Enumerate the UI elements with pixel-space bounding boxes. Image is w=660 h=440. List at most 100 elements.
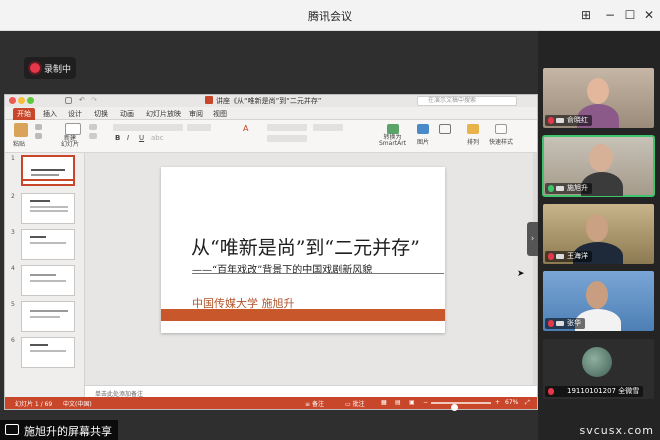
thumb-line bbox=[30, 236, 46, 238]
thumbnail-slide-4[interactable] bbox=[21, 265, 75, 296]
mic-muted-icon bbox=[548, 388, 554, 395]
collapse-panel-button[interactable]: › bbox=[527, 222, 538, 256]
participant-tile-active-speaker[interactable]: 施旭升 bbox=[542, 135, 655, 197]
picture-icon[interactable] bbox=[417, 124, 429, 134]
zoom-out-icon[interactable]: − bbox=[423, 399, 428, 406]
thumb-line bbox=[30, 210, 68, 212]
minimize-dot-icon[interactable] bbox=[18, 97, 25, 104]
shapes-icon[interactable] bbox=[439, 124, 451, 134]
notes-button[interactable]: ≡ 备注 bbox=[305, 399, 324, 408]
sorter-view-icon[interactable]: ▤ bbox=[395, 399, 401, 406]
redo-icon[interactable]: ↷ bbox=[91, 96, 97, 104]
fit-slide-icon[interactable]: ⤢ bbox=[525, 399, 530, 407]
participant-name: 施旭升 bbox=[567, 184, 588, 192]
normal-view-icon[interactable]: ▦ bbox=[381, 399, 387, 406]
participant-avatar bbox=[582, 347, 612, 377]
minimize-icon[interactable]: − bbox=[602, 7, 618, 23]
close-icon[interactable]: ✕ bbox=[641, 7, 657, 23]
font-name-select[interactable] bbox=[113, 124, 183, 131]
thumbnail-slide-1[interactable] bbox=[21, 155, 75, 186]
undo-icon[interactable]: ↶ bbox=[79, 96, 85, 104]
cut-icon[interactable] bbox=[35, 124, 42, 130]
tab-review[interactable]: 审阅 bbox=[189, 109, 203, 119]
ppt-search-input[interactable]: 在演示文稿中搜索 bbox=[417, 96, 517, 106]
window-title: 腾讯会议 bbox=[308, 10, 352, 23]
zoom-dot-icon[interactable] bbox=[27, 97, 34, 104]
thumbnail-slide-6[interactable] bbox=[21, 337, 75, 368]
close-dot-icon[interactable] bbox=[9, 97, 16, 104]
underline-icon[interactable]: U bbox=[139, 134, 144, 142]
tab-slideshow[interactable]: 幻灯片放映 bbox=[146, 109, 181, 119]
participant-name: 俞晓红 bbox=[567, 116, 588, 124]
ppt-ribbon: 粘贴 新建 幻灯片 B I U abc A 转换为 SmartArt 图片 排列… bbox=[5, 120, 537, 153]
current-slide[interactable]: 从“唯新是尚”到“二元并存” ——“百年戏改”背景下的中国戏剧新风貌 中国传媒大… bbox=[161, 167, 445, 333]
shared-powerpoint-window: ↶ ↷ 讲座《从“唯新是尚”到“二元并存” 在演示文稿中搜索 开始 插入 设计 … bbox=[4, 94, 538, 411]
participant-name: 19110101207 全微雪 bbox=[567, 387, 640, 395]
italic-icon[interactable]: I bbox=[127, 134, 129, 142]
tab-insert[interactable]: 插入 bbox=[43, 109, 57, 119]
indent-buttons[interactable] bbox=[313, 124, 343, 131]
quick-styles-label: 快速样式 bbox=[489, 139, 514, 146]
meeting-stage: 录制中 ↶ ↷ 讲座《从“唯新是尚”到“二元并存” 在演示文稿中搜索 开始 插入… bbox=[0, 31, 538, 440]
thumb-line bbox=[30, 242, 66, 244]
canvas-scrollbar[interactable] bbox=[533, 153, 537, 385]
thumbnail-slide-2[interactable] bbox=[21, 193, 75, 224]
bold-icon[interactable]: B bbox=[115, 134, 120, 142]
participant-tile[interactable]: 张华 bbox=[543, 271, 654, 331]
slide-title[interactable]: 从“唯新是尚”到“二元并存” bbox=[191, 233, 420, 260]
thumbnail-slide-3[interactable] bbox=[21, 229, 75, 260]
slide-accent-stripe bbox=[161, 309, 445, 321]
camera-icon bbox=[556, 254, 564, 259]
screen-share-label: 施旭升的屏幕共享 bbox=[0, 420, 118, 440]
tab-transitions[interactable]: 切换 bbox=[94, 109, 108, 119]
zoom-slider-knob[interactable] bbox=[450, 404, 458, 411]
slideshow-view-icon[interactable]: ▣ bbox=[409, 399, 415, 406]
layout-icon[interactable] bbox=[89, 124, 97, 130]
ppt-tab-bar: 开始 插入 设计 切换 动画 幻灯片放映 审阅 视图 bbox=[5, 107, 537, 120]
participant-tile[interactable]: 19110101207 全微雪 bbox=[543, 339, 654, 399]
thumbnail-slide-5[interactable] bbox=[21, 301, 75, 332]
participant-face bbox=[587, 78, 609, 104]
copy-icon[interactable] bbox=[35, 133, 42, 139]
thumb-number: 6 bbox=[11, 337, 15, 344]
thumb-number: 4 bbox=[11, 265, 15, 272]
recording-label: 录制中 bbox=[44, 65, 72, 75]
save-icon[interactable] bbox=[65, 97, 72, 104]
thumb-line bbox=[30, 280, 66, 282]
convert-smartart-label: 转换为 SmartArt bbox=[379, 134, 407, 147]
text-color-icon[interactable]: A bbox=[243, 124, 248, 133]
arrange-icon[interactable] bbox=[467, 124, 479, 134]
participant-name-tag: 施旭升 bbox=[545, 183, 592, 194]
thumb-number: 1 bbox=[11, 155, 15, 162]
zoom-in-icon[interactable]: + bbox=[495, 399, 500, 406]
paste-icon[interactable] bbox=[14, 123, 28, 137]
new-slide-icon[interactable] bbox=[65, 123, 81, 135]
document-title-text: 讲座《从“唯新是尚”到“二元并存” bbox=[216, 97, 322, 105]
tab-design[interactable]: 设计 bbox=[68, 109, 82, 119]
zoom-slider[interactable] bbox=[431, 402, 491, 411]
reset-icon[interactable] bbox=[89, 133, 97, 139]
thumb-number: 3 bbox=[11, 229, 15, 236]
tab-animations[interactable]: 动画 bbox=[120, 109, 134, 119]
participant-tile[interactable]: 俞晓红 bbox=[543, 68, 654, 128]
camera-icon bbox=[556, 118, 564, 123]
slide-divider bbox=[192, 273, 444, 274]
strike-icon[interactable]: abc bbox=[151, 134, 164, 142]
pin-icon[interactable]: ⊞ bbox=[578, 7, 594, 23]
maximize-icon[interactable]: ☐ bbox=[622, 7, 638, 23]
participant-tile[interactable]: 王海洋 bbox=[543, 204, 654, 264]
align-buttons[interactable] bbox=[267, 135, 307, 142]
participant-face bbox=[586, 281, 608, 309]
camera-icon bbox=[556, 321, 564, 326]
smartart-icon[interactable] bbox=[387, 124, 399, 134]
recording-badge[interactable]: 录制中 bbox=[24, 57, 76, 79]
quick-styles-icon[interactable] bbox=[495, 124, 507, 134]
comments-button[interactable]: ▭ 批注 bbox=[345, 399, 365, 408]
participant-name: 张华 bbox=[567, 319, 581, 327]
font-size-select[interactable] bbox=[187, 124, 211, 131]
slide-editing-area[interactable]: 从“唯新是尚”到“二元并存” ——“百年戏改”背景下的中国戏剧新风貌 中国传媒大… bbox=[85, 153, 537, 385]
list-buttons[interactable] bbox=[267, 124, 307, 131]
tab-view[interactable]: 视图 bbox=[213, 109, 227, 119]
mic-muted-icon bbox=[548, 117, 554, 124]
tab-home[interactable]: 开始 bbox=[13, 108, 35, 120]
